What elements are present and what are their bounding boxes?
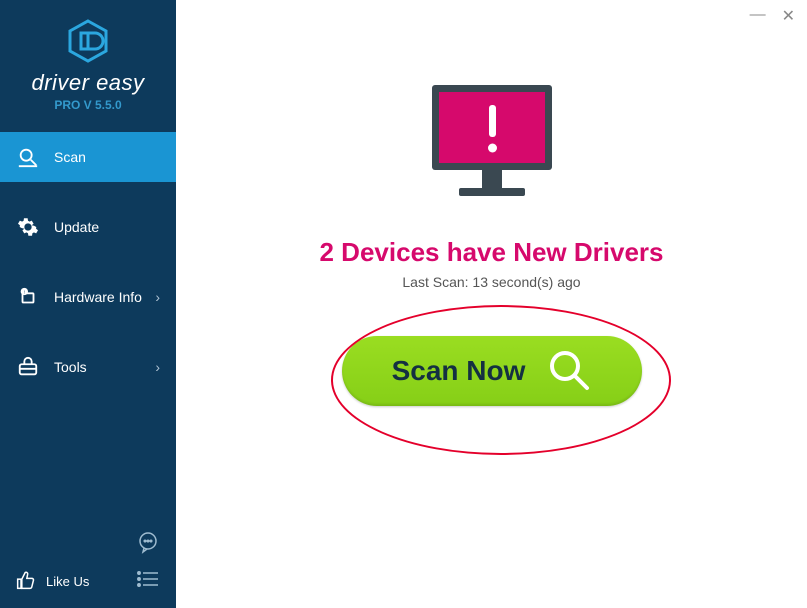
brand-name: driver easy [0,70,176,96]
window-controls: — ✕ [750,6,795,26]
sidebar-item-label: Scan [54,149,86,165]
like-us-button[interactable]: Like Us [16,570,89,593]
scan-now-button[interactable]: Scan Now [342,336,642,406]
brand-logo-icon [0,18,176,64]
last-scan-text: Last Scan: 13 second(s) ago [402,274,580,290]
sidebar: driver easy PRO V 5.5.0 Scan [0,0,176,608]
sidebar-bottom: Like Us [0,530,176,594]
sidebar-item-scan[interactable]: Scan [0,132,176,182]
sidebar-item-hardware[interactable]: ! Hardware Info › [0,272,176,322]
toolbox-icon [16,356,40,378]
sidebar-item-tools[interactable]: Tools › [0,342,176,392]
sidebar-item-update[interactable]: Update [0,202,176,252]
scan-result-headline: 2 Devices have New Drivers [320,237,664,268]
scan-now-label: Scan Now [392,355,526,387]
minimize-button[interactable]: — [750,6,766,26]
main-content: 2 Devices have New Drivers Last Scan: 13… [176,0,807,608]
svg-text:!: ! [24,289,25,294]
like-us-label: Like Us [46,574,89,589]
close-button[interactable]: ✕ [782,6,795,26]
chevron-right-icon: › [155,359,160,375]
menu-list-icon[interactable] [136,569,160,594]
search-icon [16,146,40,168]
chevron-right-icon: › [155,289,160,305]
sidebar-item-label: Hardware Info [54,289,142,305]
thumbs-up-icon [16,570,36,593]
feedback-icon[interactable] [136,541,160,558]
magnifier-icon [547,348,591,395]
brand-block: driver easy PRO V 5.5.0 [0,0,176,126]
app-window: — ✕ driver easy PRO V 5.5.0 [0,0,807,608]
alert-monitor-icon [417,80,567,215]
sidebar-item-label: Tools [54,359,87,375]
sidebar-nav: Scan Update ! Hardware [0,132,176,412]
sidebar-item-label: Update [54,219,99,235]
brand-version: PRO V 5.5.0 [0,98,176,112]
hardware-info-icon: ! [16,286,40,308]
gear-icon [16,216,40,238]
